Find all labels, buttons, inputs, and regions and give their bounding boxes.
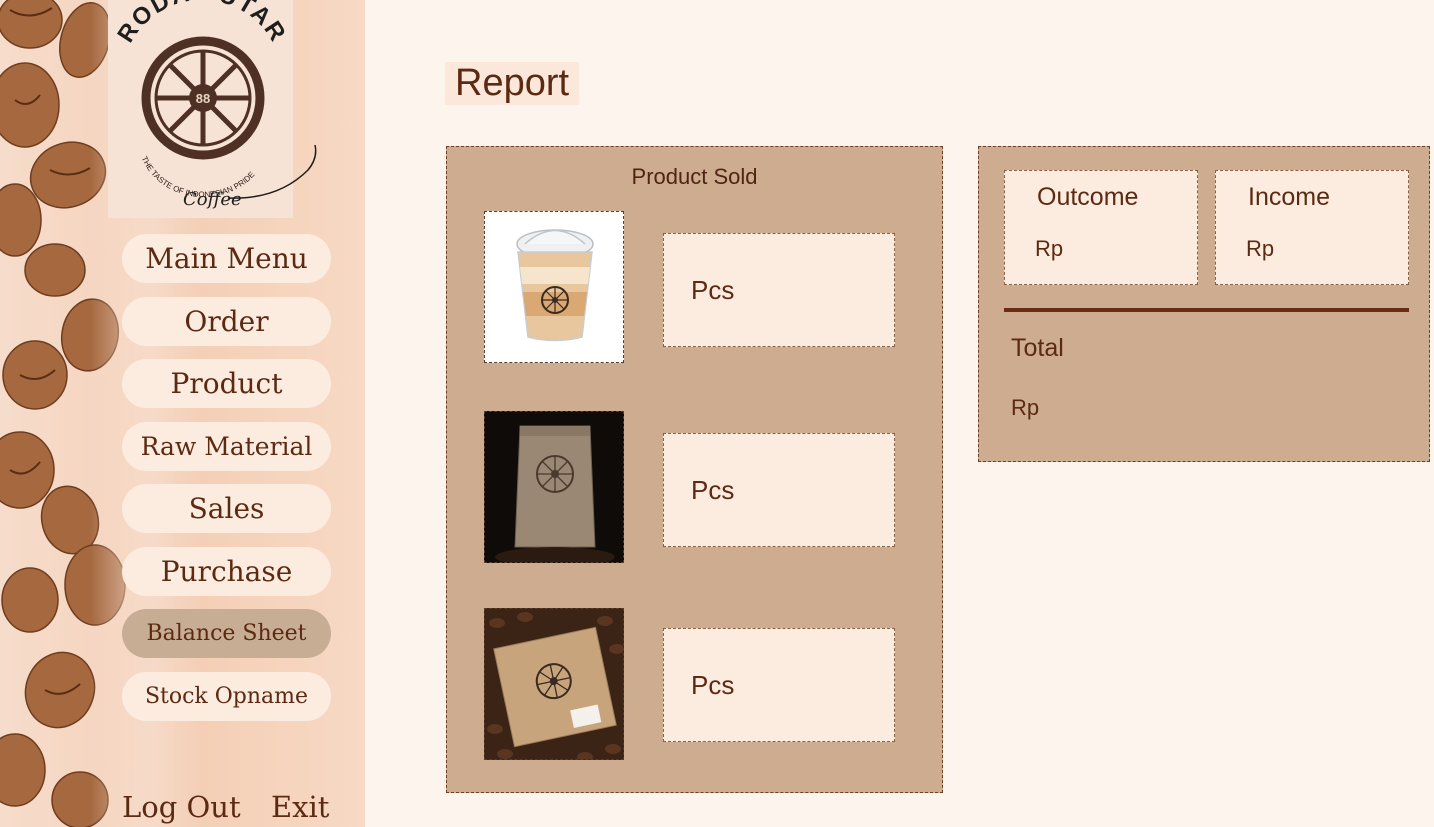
outcome-value: Rp [1035, 236, 1064, 261]
iced-coffee-qty-box[interactable]: Pcs [663, 233, 895, 347]
product-sold-panel: Product Sold Pcs Pcs Pcs [446, 146, 943, 793]
income-label: Income [1248, 183, 1330, 211]
wheel-logo-graphic: RODA PUTAR 88 THE TASTE OF INDONESIAN PR… [112, 0, 317, 210]
iced-coffee-cup-image [484, 211, 624, 363]
product-button[interactable]: Product [122, 359, 331, 408]
logout-button[interactable]: Log Out [122, 790, 241, 824]
outcome-label: Outcome [1037, 183, 1139, 211]
income-box[interactable]: Income Rp [1215, 170, 1409, 285]
raw-material-button[interactable]: Raw Material [122, 422, 331, 471]
finance-panel: Outcome Rp Income Rp Total Rp [978, 146, 1430, 462]
product-sold-title: Product Sold [631, 164, 758, 189]
exit-button[interactable]: Exit [271, 790, 329, 824]
main-menu-button[interactable]: Main Menu [122, 234, 331, 283]
iced-coffee-unit: Pcs [691, 274, 735, 305]
logo-number: 88 [196, 91, 210, 106]
coffee-bag-unit: Pcs [691, 474, 735, 505]
coffee-box-qty-box[interactable]: Pcs [663, 628, 895, 742]
coffee-box-image [484, 608, 624, 760]
page-title: Report [445, 62, 580, 105]
outcome-box[interactable]: Outcome Rp [1004, 170, 1198, 285]
total-label: Total [1011, 334, 1064, 362]
coffee-bag-qty-box[interactable]: Pcs [663, 433, 895, 547]
coffee-bag-image [484, 411, 624, 563]
total-divider [1004, 308, 1409, 312]
sales-button[interactable]: Sales [122, 484, 331, 533]
roda-putar-logo: RODA PUTAR 88 THE TASTE OF INDONESIAN PR… [108, 0, 323, 218]
income-value: Rp [1246, 236, 1275, 261]
total-value: Rp [1011, 395, 1040, 420]
order-button[interactable]: Order [122, 297, 331, 346]
balance-sheet-button[interactable]: Balance Sheet [122, 609, 331, 658]
stock-opname-button[interactable]: Stock Opname [122, 672, 331, 721]
sidebar: RODA PUTAR 88 THE TASTE OF INDONESIAN PR… [0, 0, 365, 827]
coffee-box-unit: Pcs [691, 669, 735, 700]
logo-script: Coffee [183, 189, 242, 210]
purchase-button[interactable]: Purchase [122, 547, 331, 596]
